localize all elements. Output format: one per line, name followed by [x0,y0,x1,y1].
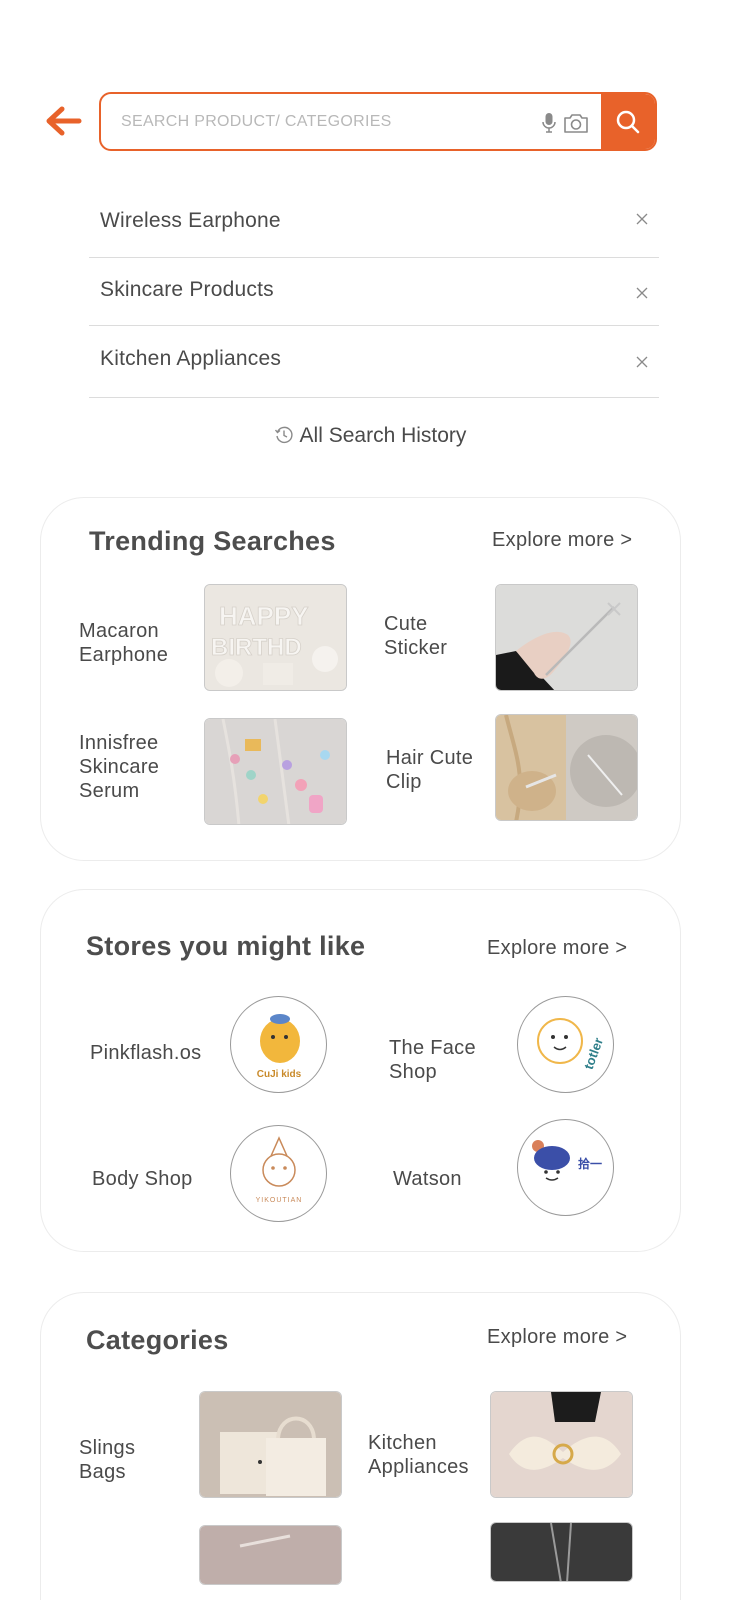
microphone-icon[interactable] [541,112,557,134]
search-icon [616,110,640,133]
trending-item-label[interactable]: Hair Cute Clip [386,746,496,794]
back-arrow-icon[interactable] [44,104,82,138]
trending-searches-card: Trending Searches Explore more > Macaron… [40,497,681,861]
store-logo-text: CuJi kids [257,1069,302,1080]
category-item-image[interactable] [490,1391,633,1498]
all-search-history-link[interactable]: All Search History [0,424,740,448]
store-logo[interactable]: totler [517,996,614,1093]
store-item-label[interactable]: Watson [393,1167,462,1191]
category-item-label[interactable]: Slings Bags [79,1436,179,1484]
trending-item-image[interactable] [495,584,638,691]
store-logo-text: 拾一 [578,1156,602,1171]
store-logo[interactable]: CuJi kids [230,996,327,1093]
all-search-history-label: All Search History [299,424,467,447]
stores-card: Stores you might like Explore more > Pin… [40,889,681,1252]
stores-title: Stores you might like [86,931,366,961]
store-item-label[interactable]: Pinkflash.os [90,1041,201,1065]
camera-icon[interactable] [563,112,589,134]
store-logo-text: YIKOUTIAN [256,1197,303,1204]
store-logo[interactable]: YIKOUTIAN [230,1125,327,1222]
search-input[interactable] [121,94,521,149]
remove-history-icon[interactable] [635,212,649,226]
store-logo[interactable]: 拾一 [517,1119,614,1216]
trending-title: Trending Searches [89,526,336,556]
history-item[interactable]: Skincare Products [89,258,659,326]
store-item-label[interactable]: Body Shop [92,1167,193,1191]
history-item[interactable]: Wireless Earphone [89,188,659,258]
svg-text:HAPPY: HAPPY [219,601,309,631]
category-item-image[interactable] [199,1525,342,1585]
search-bar [99,92,657,151]
trending-item-label[interactable]: Macaron Earphone [79,619,199,667]
store-logo-text: totler [581,1036,606,1072]
trending-explore-more[interactable]: Explore more > [492,529,632,552]
history-item-label: Wireless Earphone [100,209,281,232]
history-item[interactable]: Kitchen Appliances [89,326,659,398]
categories-title: Categories [86,1325,229,1355]
trending-item-label[interactable]: Innisfree Skincare Serum [79,731,199,803]
trending-item-label[interactable]: Cute Sticker [384,612,484,660]
history-item-label: Kitchen Appliances [100,347,282,370]
trending-item-image[interactable]: HAPPY BIRTHD [204,584,347,691]
history-clock-icon [274,425,294,445]
svg-text:BIRTHD: BIRTHD [211,634,302,661]
trending-item-image[interactable] [495,714,638,821]
search-button[interactable] [601,94,655,149]
history-item-label: Skincare Products [100,278,274,301]
category-item-image[interactable] [199,1391,342,1498]
remove-history-icon[interactable] [635,355,649,369]
remove-history-icon[interactable] [635,286,649,300]
categories-card: Categories Explore more > Slings Bags Ki… [40,1292,681,1600]
category-item-image[interactable] [490,1522,633,1582]
stores-explore-more[interactable]: Explore more > [487,937,627,960]
categories-explore-more[interactable]: Explore more > [487,1326,627,1349]
store-item-label[interactable]: The Face Shop [389,1036,499,1084]
category-item-label[interactable]: Kitchen Appliances [368,1431,488,1479]
trending-item-image[interactable] [204,718,347,825]
